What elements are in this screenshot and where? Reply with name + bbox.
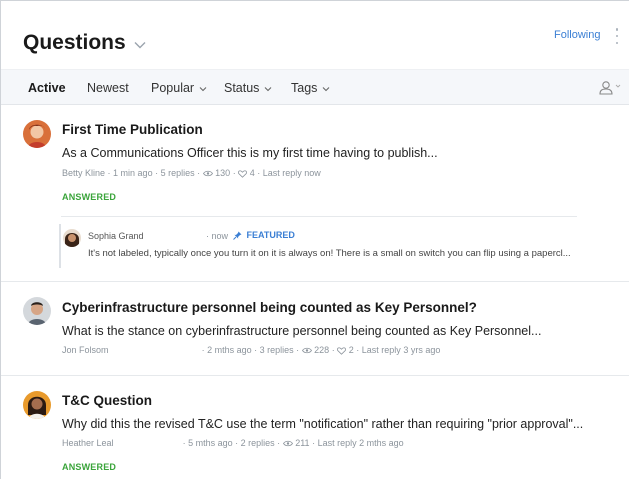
question-meta: Jon Folsom · 2 mths ago · 3 replies · 22… [62,345,441,355]
reply-indent-bar [59,224,61,268]
last-reply-time: now [304,168,321,178]
tab-newest-label: Newest [87,81,129,95]
featured-badge: FEATURED [233,230,295,240]
following-button[interactable]: Following [554,29,600,41]
like-count: 2 [348,345,354,355]
view-count: 130 [215,168,231,178]
tab-popular-label: Popular [151,81,195,95]
question-title[interactable]: Cyberinfrastructure personnel being coun… [62,300,477,315]
author-name[interactable]: Betty Kline [62,168,105,178]
tab-status-label: Status [224,81,260,95]
avatar[interactable] [63,229,81,247]
avatar[interactable] [23,391,51,419]
eye-icon [202,170,213,177]
post-time: 1 min ago [113,168,153,178]
reply-time: now [211,231,229,241]
tab-popular[interactable]: Popular [151,81,207,95]
tab-active[interactable]: Active [28,81,66,95]
reply-time-wrap: · now [206,231,229,241]
answered-badge: ANSWERED [62,462,117,472]
question-item[interactable]: T&C Question Why did this the revised T&… [1,376,629,479]
question-title[interactable]: First Time Publication [62,122,203,137]
tab-tags-label: Tags [291,81,318,95]
last-reply-label: Last reply [317,438,357,448]
answered-badge: ANSWERED [62,192,117,202]
question-item[interactable]: First Time Publication As a Communicatio… [1,105,629,281]
question-excerpt: Why did this the revised T&C use the ter… [62,417,584,431]
reply-author-name[interactable]: Sophia Grand [88,231,144,241]
question-meta: Betty Kline · 1 min ago · 5 replies · 13… [62,168,321,178]
author-name[interactable]: Jon Folsom [62,345,109,355]
chevron-down-icon [199,87,207,92]
post-time: 5 mths ago [188,438,233,448]
chevron-down-icon [323,87,330,92]
last-reply-label: Last reply [262,168,302,178]
eye-icon [282,440,293,447]
author-name[interactable]: Heather Leal [62,438,114,448]
tab-tags[interactable]: Tags [291,81,330,95]
user-filter-icon[interactable] [598,80,622,96]
question-meta: Heather Leal · 5 mths ago · 2 replies · … [62,438,404,448]
reply-count: 3 replies [259,345,294,355]
page-header: Questions Following [1,1,629,69]
avatar[interactable] [23,120,51,148]
last-reply-time: 2 mths ago [359,438,404,448]
heart-icon [238,169,248,178]
question-excerpt: As a Communications Officer this is my f… [62,146,438,160]
heart-icon [337,346,347,355]
tab-status[interactable]: Status [224,81,272,95]
like-count: 4 [249,168,255,178]
tab-newest[interactable]: Newest [87,81,129,95]
post-time: 2 mths ago [207,345,252,355]
page-title-text: Questions [23,31,126,54]
filter-tabbar: Active Newest Popular Status Tags [1,69,629,105]
eye-icon [301,347,312,354]
question-excerpt: What is the stance on cyberinfrastructur… [62,324,542,338]
question-title[interactable]: T&C Question [62,393,152,408]
reply-text: It's not labeled, typically once you tur… [88,248,571,259]
featured-label: FEATURED [246,230,295,240]
pin-icon [233,231,242,240]
question-item[interactable]: Cyberinfrastructure personnel being coun… [1,282,629,375]
last-reply-time: 3 yrs ago [403,345,441,355]
view-count: 211 [295,438,310,448]
chevron-down-icon [265,87,272,92]
reply-divider [61,216,577,217]
avatar[interactable] [23,297,51,325]
questions-page: Questions Following Active Newest Popula… [0,0,629,479]
view-count: 228 [314,345,330,355]
reply-count: 2 replies [240,438,275,448]
chevron-down-icon [134,42,146,49]
page-title[interactable]: Questions [23,31,146,55]
tab-active-label: Active [28,81,66,95]
last-reply-label: Last reply [361,345,401,355]
reply-count: 5 replies [160,168,195,178]
more-options-icon[interactable] [614,28,620,44]
